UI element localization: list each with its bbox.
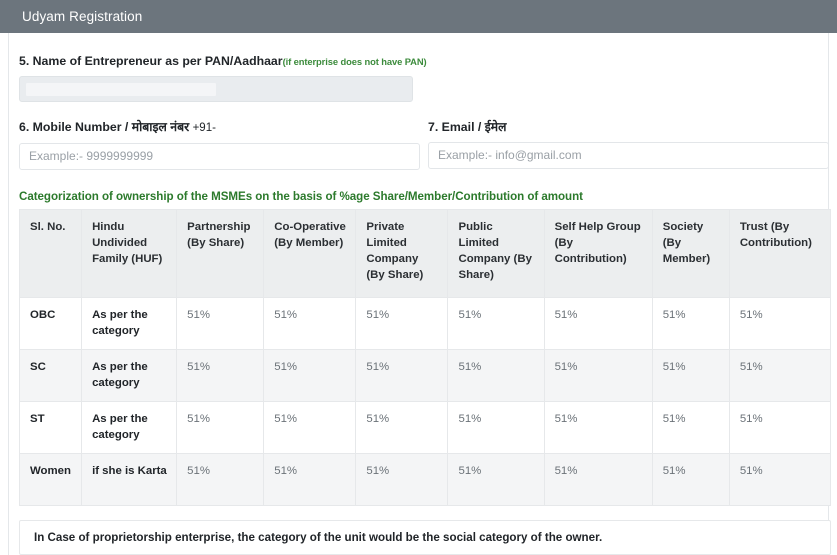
email-field-label: 7. Email / ईमेल [428,120,507,135]
table-row: Women if she is Karta 51% 51% 51% 51% 51… [18,452,832,506]
cell-private-limited: 51% [355,348,449,402]
table-header: Sl. No. Hindu Undivided Family (HUF) Par… [18,208,832,298]
column-header: Trust (By Contribution) [728,208,832,298]
field-group-mobile: 6. Mobile Number / मोबाइल नंबर +91- [19,121,420,170]
cell-category: SC [18,348,83,402]
cell-huf: As per the category [81,348,178,402]
cell-self-help-group: 51% [543,400,653,454]
column-header: Co-Operative (By Member) [263,208,357,298]
cell-trust: 51% [728,452,832,506]
email-input[interactable] [428,141,829,169]
cell-society: 51% [651,348,730,402]
form-inner-container: 5. Name of Entrepreneur as per PAN/Aadha… [8,33,832,555]
cell-cooperative: 51% [263,348,357,402]
cell-category: OBC [18,296,83,350]
field-group-email: 7. Email / ईमेल [428,121,829,170]
cell-self-help-group: 51% [543,452,653,506]
cell-trust: 51% [728,400,832,454]
cell-society: 51% [651,296,730,350]
cell-public-limited: 51% [447,400,545,454]
mobile-field-label-text: 6. Mobile Number / मोबाइल नंबर [19,120,193,135]
cell-private-limited: 51% [355,296,449,350]
cell-category: Women [18,452,83,506]
cell-public-limited: 51% [447,296,545,350]
cell-society: 51% [651,400,730,454]
entrepreneur-name-input[interactable] [19,76,413,103]
mobile-country-code: +91- [192,122,216,135]
cell-trust: 51% [728,296,832,350]
column-header: Private Limited Company (By Share) [355,208,449,298]
cell-cooperative: 51% [263,296,357,350]
cell-trust: 51% [728,348,832,402]
mobile-number-input[interactable] [19,142,420,170]
cell-huf: As per the category [81,400,178,454]
cell-self-help-group: 51% [543,348,653,402]
contact-fields-row: 6. Mobile Number / मोबाइल नंबर +91- 7. E… [19,121,829,170]
table-row: OBC As per the category 51% 51% 51% 51% … [18,296,832,350]
table-row: SC As per the category 51% 51% 51% 51% 5… [18,348,832,402]
column-header: Partnership (By Share) [176,208,265,298]
cell-cooperative: 51% [263,400,357,454]
column-header: Society (By Member) [651,208,730,298]
cell-huf: As per the category [81,296,178,350]
cell-self-help-group: 51% [543,296,653,350]
column-header: Public Limited Company (By Share) [447,208,545,298]
cell-private-limited: 51% [355,452,449,506]
ownership-categorization-table: Sl. No. Hindu Undivided Family (HUF) Par… [18,208,832,506]
name-field-label-note: (if enterprise does not have PAN) [282,56,427,67]
cell-private-limited: 51% [355,400,449,454]
cell-cooperative: 51% [263,452,357,506]
column-header: Hindu Undivided Family (HUF) [81,208,178,298]
table-body: OBC As per the category 51% 51% 51% 51% … [18,296,832,506]
form-card-body: 5. Name of Entrepreneur as per PAN/Aadha… [0,33,837,555]
categorization-heading: Categorization of ownership of the MSMEs… [19,189,583,203]
cell-society: 51% [651,452,730,506]
field-group-name: 5. Name of Entrepreneur as per PAN/Aadha… [19,33,818,103]
input-placeholder-skeleton [26,82,216,96]
cell-public-limited: 51% [447,348,545,402]
cell-partnership: 51% [176,400,265,454]
column-header: Sl. No. [18,208,83,298]
cell-public-limited: 51% [447,452,545,506]
name-field-label: 5. Name of Entrepreneur as per PAN/Aadha… [19,55,818,67]
panel-title: Udyam Registration [22,9,143,24]
proprietorship-note: In Case of proprietorship enterprise, th… [19,519,831,555]
table-header-row: Sl. No. Hindu Undivided Family (HUF) Par… [18,208,832,298]
panel-header: Udyam Registration [0,0,837,33]
table-row: ST As per the category 51% 51% 51% 51% 5… [18,400,832,454]
cell-partnership: 51% [176,452,265,506]
column-header: Self Help Group (By Contribution) [543,208,653,298]
name-field-label-text: 5. Name of Entrepreneur as per PAN/Aadha… [19,54,283,68]
cell-category: ST [18,400,83,454]
cell-huf: if she is Karta [81,452,178,506]
cell-partnership: 51% [176,296,265,350]
mobile-field-label: 6. Mobile Number / मोबाइल नंबर +91- [19,121,420,135]
cell-partnership: 51% [176,348,265,402]
